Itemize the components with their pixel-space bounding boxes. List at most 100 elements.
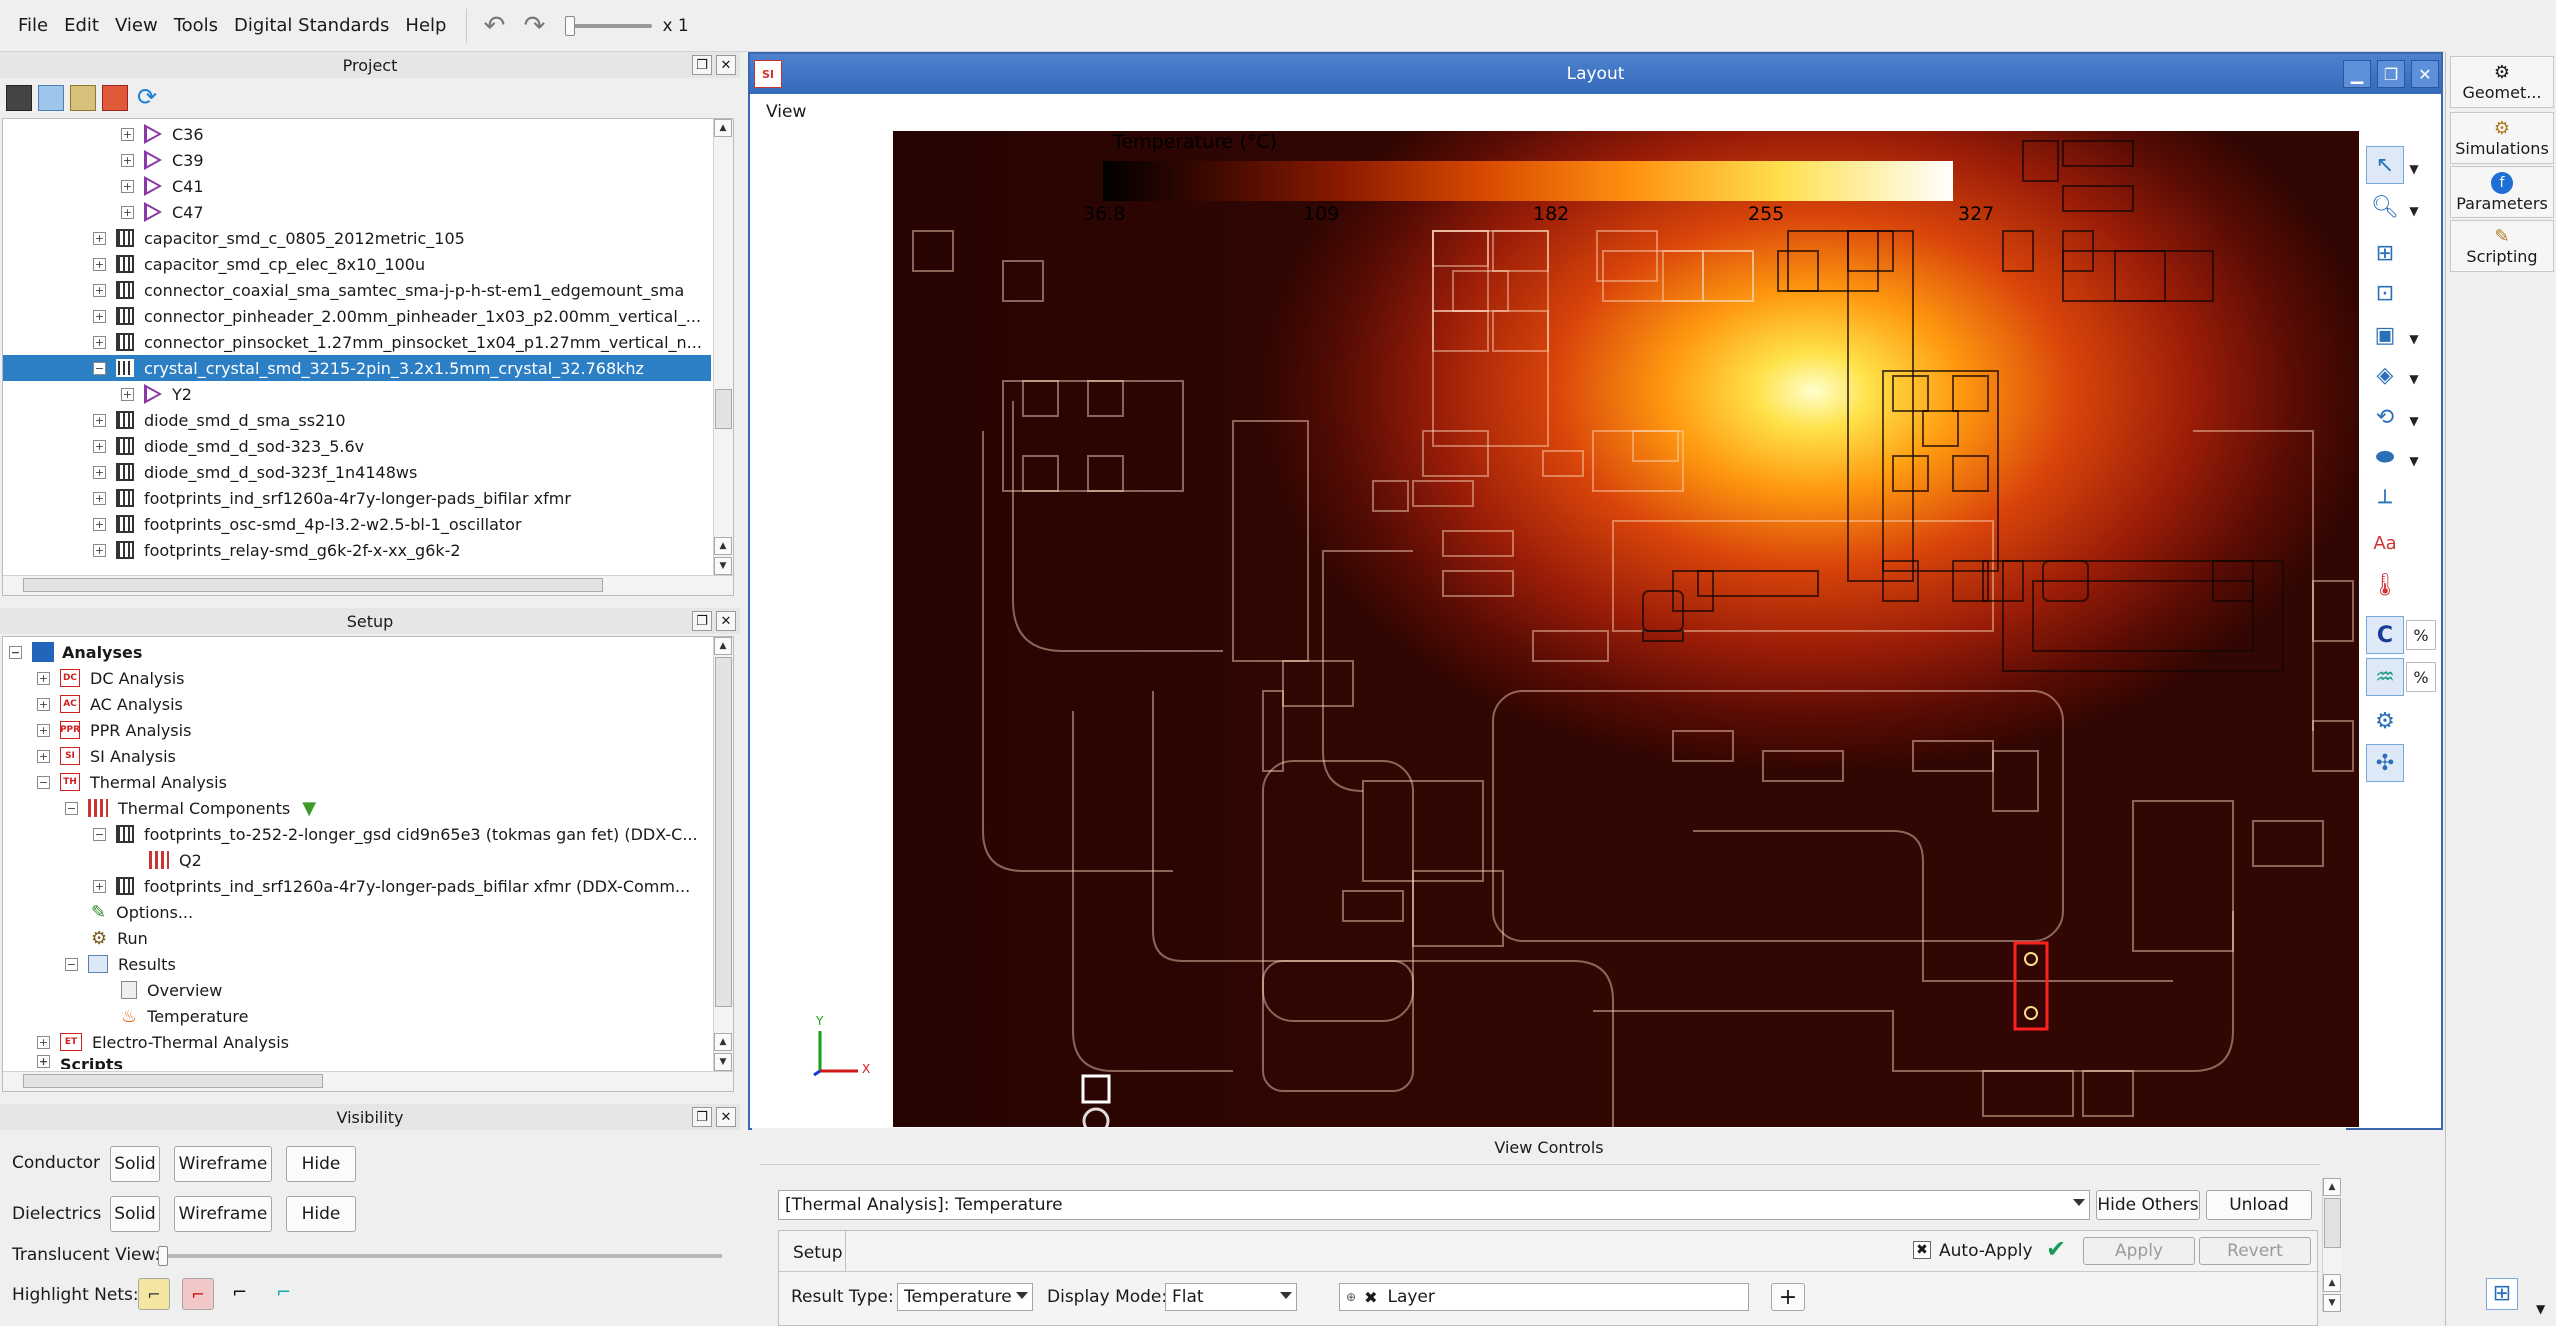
tab-simulations[interactable]: ⚙ Simulations bbox=[2450, 112, 2554, 164]
refresh-icon[interactable]: ⟳ bbox=[134, 85, 160, 111]
percent-icon[interactable]: % bbox=[2406, 662, 2436, 692]
tree-item-selected[interactable]: − crystal_crystal_smd_3215-2pin_3.2x1.5mm… bbox=[3, 355, 711, 381]
tree-item-ppr-analysis[interactable]: + PPR PPR Analysis bbox=[37, 717, 191, 743]
filter-icon[interactable]: ▼ bbox=[302, 798, 316, 819]
expand-icon[interactable]: + bbox=[121, 179, 134, 193]
tools-icon[interactable]: ✣ bbox=[2366, 744, 2404, 782]
scroll-down-icon[interactable]: ▼ bbox=[2323, 1294, 2341, 1312]
zoom-slider-handle[interactable] bbox=[565, 15, 576, 36]
probe-icon[interactable]: ⚙ bbox=[2366, 702, 2404, 740]
layer-list[interactable]: ⊕ ✖ Layer bbox=[1339, 1283, 1749, 1311]
tree-item-thermal-components[interactable]: − Thermal Components ▼ bbox=[65, 795, 316, 821]
minimize-icon[interactable]: ▁ bbox=[2343, 60, 2371, 88]
ruler-icon[interactable]: ┴ bbox=[2366, 484, 2404, 522]
layer-stack-icon[interactable]: ⬬ bbox=[2366, 438, 2404, 476]
text-label-icon[interactable]: Aa bbox=[2366, 524, 2404, 562]
zoom-slider[interactable] bbox=[565, 15, 653, 36]
remove-icon[interactable]: ✖ bbox=[1364, 1288, 1377, 1307]
expand-icon[interactable]: + bbox=[37, 671, 50, 685]
collapse-icon[interactable]: − bbox=[9, 645, 22, 659]
expand-icon[interactable]: + bbox=[37, 697, 50, 711]
display-mode-combo[interactable]: Flat bbox=[1165, 1283, 1297, 1311]
scroll-up-icon[interactable]: ▲ bbox=[714, 537, 732, 555]
scroll-up-icon[interactable]: ▲ bbox=[2323, 1274, 2341, 1292]
tree-item-thermal-analysis[interactable]: − TH Thermal Analysis bbox=[37, 769, 227, 795]
tree-item[interactable]: + C41 bbox=[121, 173, 204, 199]
close-icon[interactable]: ✕ bbox=[716, 55, 736, 75]
restore-icon[interactable]: ❐ bbox=[2377, 60, 2405, 88]
scroll-up-icon[interactable]: ▲ bbox=[714, 637, 732, 655]
chevron-down-icon[interactable]: ▼ bbox=[2404, 150, 2424, 188]
tree-item[interactable]: + C39 bbox=[121, 147, 204, 173]
expand-icon[interactable]: + bbox=[93, 879, 106, 893]
project-vertical-scrollbar[interactable]: ▲ ▲ ▼ bbox=[713, 119, 733, 575]
expand-icon[interactable]: + bbox=[93, 413, 106, 427]
current-density-icon[interactable]: C bbox=[2366, 616, 2404, 654]
expand-icon[interactable]: + bbox=[93, 543, 106, 557]
expand-icon[interactable]: + bbox=[121, 153, 134, 167]
dielectrics-hide-button[interactable]: Hide bbox=[286, 1196, 356, 1232]
tree-item[interactable]: + footprints_ind_srf1260a-4r7y-longer-pad… bbox=[93, 485, 571, 511]
expand-icon[interactable]: + bbox=[93, 465, 106, 479]
collapse-icon[interactable]: − bbox=[93, 827, 106, 841]
camera-icon[interactable] bbox=[6, 85, 32, 111]
scroll-down-icon[interactable]: ▼ bbox=[714, 1053, 732, 1071]
revert-button[interactable]: Revert bbox=[2199, 1237, 2311, 1265]
chevron-down-icon[interactable]: ▼ bbox=[2404, 192, 2424, 230]
setup-vertical-scrollbar[interactable]: ▲ ▲ ▼ bbox=[713, 637, 733, 1071]
tree-item-q2[interactable]: Q2 bbox=[149, 847, 202, 873]
expand-icon[interactable]: + bbox=[121, 205, 134, 219]
scroll-up-icon[interactable]: ▲ bbox=[714, 119, 732, 137]
tree-item-temperature[interactable]: ♨ Temperature bbox=[121, 1003, 249, 1029]
tree-item[interactable]: + footprints_osc-smd_4p-l3.2-w2.5-bl-1_os… bbox=[93, 511, 522, 537]
collapse-icon[interactable]: − bbox=[93, 361, 106, 375]
tree-item-si-analysis[interactable]: + SI SI Analysis bbox=[37, 743, 176, 769]
close-icon[interactable]: ✕ bbox=[716, 611, 736, 631]
float-icon[interactable]: ❐ bbox=[692, 1107, 712, 1127]
scroll-down-icon[interactable]: ▼ bbox=[714, 557, 732, 575]
tree-item[interactable]: + C47 bbox=[121, 199, 204, 225]
thermometer-icon[interactable]: 🌡︎ bbox=[2366, 566, 2404, 604]
highlight-net-cyan-icon[interactable]: ⌐ bbox=[276, 1282, 300, 1306]
expand-icon[interactable]: + bbox=[93, 257, 106, 271]
select-arrow-icon[interactable]: ↖ bbox=[2366, 146, 2404, 184]
tree-item-run[interactable]: ⚙ Run bbox=[91, 925, 148, 951]
expand-icon[interactable]: + bbox=[121, 127, 134, 141]
tree-item[interactable]: + capacitor_smd_cp_elec_8x10_100u bbox=[93, 251, 425, 277]
collapse-icon[interactable]: − bbox=[37, 775, 50, 789]
apply-button[interactable]: Apply bbox=[2083, 1237, 2195, 1265]
expand-icon[interactable]: ⊕ bbox=[1346, 1290, 1356, 1304]
tree-item[interactable]: + diode_smd_d_sma_ss210 bbox=[93, 407, 346, 433]
auto-apply-checkbox[interactable]: ✖ bbox=[1913, 1241, 1931, 1259]
tree-item-options[interactable]: ✎ Options... bbox=[91, 899, 193, 925]
collapse-icon[interactable]: − bbox=[65, 801, 78, 815]
tree-item-thermal-comp1[interactable]: − footprints_to-252-2-longer_gsd cid9n65e… bbox=[93, 821, 698, 847]
expand-icon[interactable]: + bbox=[93, 439, 106, 453]
layout-canvas[interactable]: Temperature (°C) 36.8 109 182 255 327 bbox=[893, 131, 2359, 1127]
expand-icon[interactable]: + bbox=[121, 387, 134, 401]
result-type-combo[interactable]: Temperature bbox=[897, 1283, 1033, 1311]
scroll-thumb[interactable] bbox=[2324, 1198, 2341, 1248]
tab-geometry[interactable]: ⚙ Geomet... bbox=[2450, 56, 2554, 108]
tree-item-thermal-comp2[interactable]: + footprints_ind_srf1260a-4r7y-longer-pad… bbox=[93, 873, 690, 899]
tree-item-results[interactable]: − Results bbox=[65, 951, 176, 977]
scroll-thumb[interactable] bbox=[23, 1074, 323, 1088]
undo-icon[interactable]: ↶ bbox=[479, 11, 509, 41]
zoom-icon[interactable]: 🔍︎ bbox=[2366, 188, 2404, 226]
layout-view-menu[interactable]: View bbox=[766, 102, 806, 122]
expand-icon[interactable]: + bbox=[37, 723, 50, 737]
highlight-net-red-icon[interactable]: ⌐ bbox=[182, 1278, 214, 1310]
float-icon[interactable]: ❐ bbox=[692, 611, 712, 631]
hide-others-button[interactable]: Hide Others bbox=[2096, 1190, 2200, 1220]
expand-icon[interactable]: + bbox=[37, 1055, 50, 1068]
tab-scripting[interactable]: ✎ Scripting bbox=[2450, 220, 2554, 272]
result-selector-combo[interactable]: [Thermal Analysis]: Temperature bbox=[778, 1190, 2090, 1220]
tree-item-ac-analysis[interactable]: + AC AC Analysis bbox=[37, 691, 183, 717]
conductor-hide-button[interactable]: Hide bbox=[286, 1146, 356, 1182]
percent-icon[interactable]: % bbox=[2406, 620, 2436, 650]
expand-icon[interactable]: + bbox=[93, 283, 106, 297]
rotate-icon[interactable]: ⟲ bbox=[2366, 398, 2404, 436]
float-icon[interactable]: ❐ bbox=[692, 55, 712, 75]
view-controls-scrollbar[interactable]: ▲ ▲ ▼ bbox=[2322, 1178, 2342, 1312]
expand-icon[interactable]: + bbox=[93, 231, 106, 245]
